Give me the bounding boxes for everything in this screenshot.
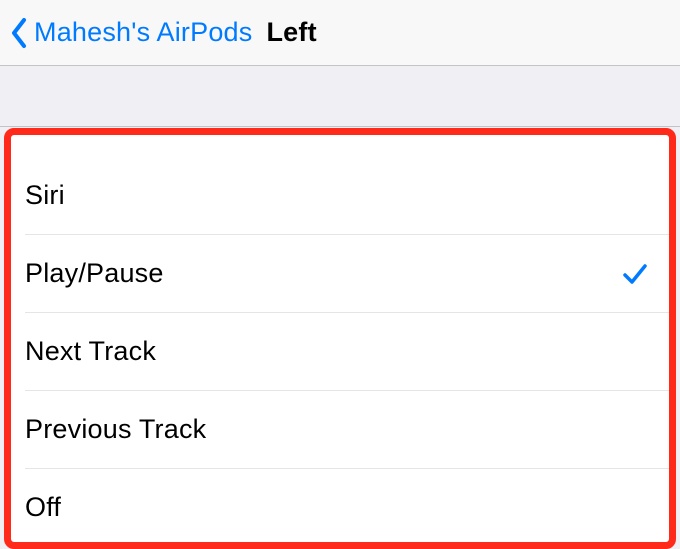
- list-item-label: Previous Track: [25, 414, 206, 445]
- page-title: Left: [266, 17, 316, 48]
- chevron-left-icon: [10, 17, 28, 49]
- option-row-next-track[interactable]: Next Track: [25, 312, 669, 390]
- nav-bar: Mahesh's AirPods Left: [0, 0, 680, 66]
- list-item-label: Play/Pause: [25, 258, 164, 289]
- option-row-off[interactable]: Off: [25, 468, 669, 546]
- section-spacer: [0, 66, 680, 127]
- checkmark-icon: [621, 260, 649, 288]
- list-item-label: Next Track: [25, 336, 156, 367]
- list-item-label: Siri: [25, 180, 65, 211]
- option-row-siri[interactable]: Siri: [11, 156, 669, 234]
- back-button[interactable]: Mahesh's AirPods: [10, 17, 252, 49]
- option-row-play-pause[interactable]: Play/Pause: [25, 234, 669, 312]
- options-list-highlighted: Siri Play/Pause Next Track Previous Trac…: [4, 128, 676, 549]
- back-label: Mahesh's AirPods: [34, 17, 252, 48]
- option-row-previous-track[interactable]: Previous Track: [25, 390, 669, 468]
- list-item-label: Off: [25, 492, 61, 523]
